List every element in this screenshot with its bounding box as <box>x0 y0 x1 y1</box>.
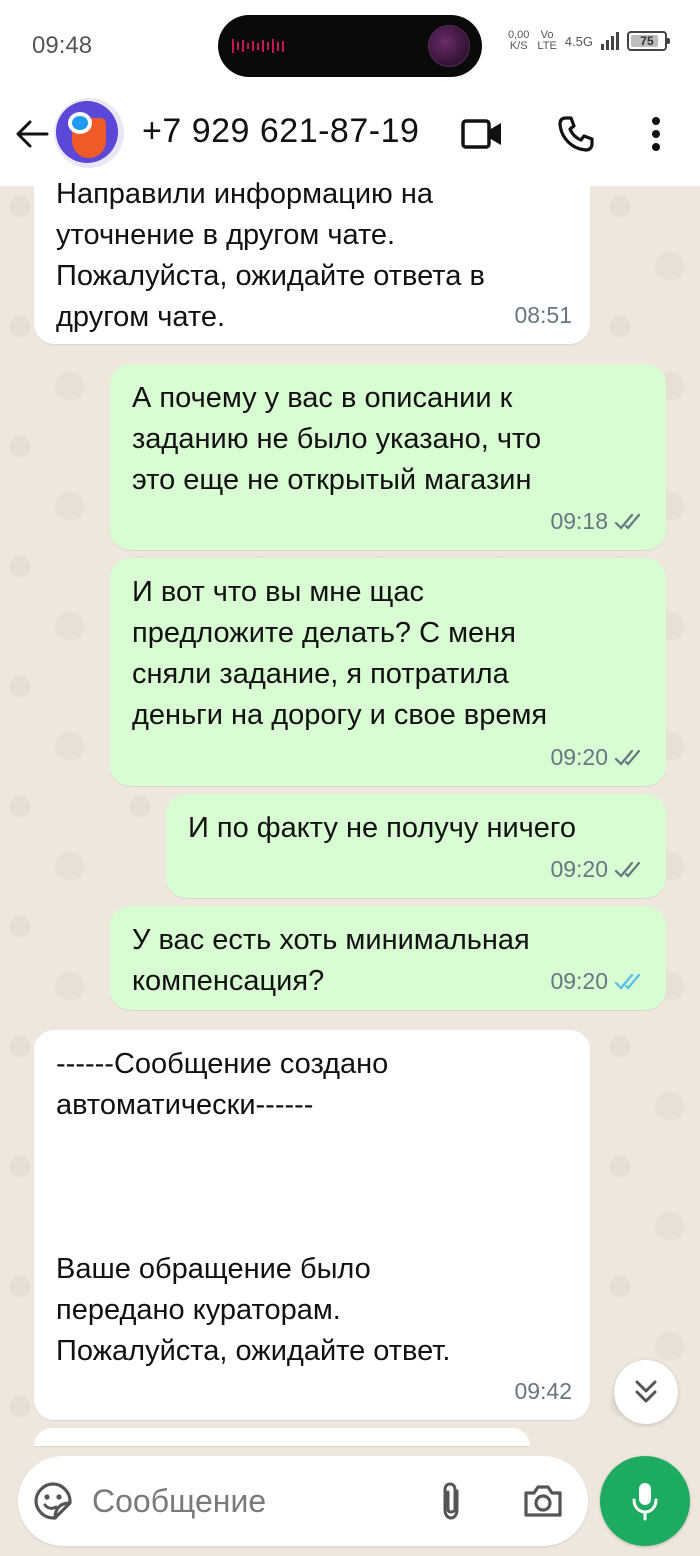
microphone-icon <box>632 1483 658 1521</box>
message-text: И вот что вы мне щас предложите делать? … <box>132 576 548 731</box>
message-meta: 09:18 <box>550 501 648 542</box>
voice-record-button[interactable] <box>600 1456 690 1546</box>
phone-icon <box>558 116 594 152</box>
contact-name[interactable]: +7 929 621-87-19 <box>142 112 419 151</box>
back-button[interactable] <box>12 114 52 154</box>
scroll-to-bottom-button[interactable] <box>614 1360 678 1424</box>
battery-icon: 75 <box>626 31 670 51</box>
message-input[interactable] <box>92 1472 412 1530</box>
dynamic-island[interactable] <box>218 15 482 77</box>
message-bubble-incoming[interactable]: ------Сообщение создано автоматически---… <box>34 1030 590 1420</box>
message-bubble-outgoing[interactable]: И вот что вы мне щас предложите делать? … <box>110 558 666 786</box>
media-artwork-icon <box>428 25 470 67</box>
message-composer <box>18 1456 588 1546</box>
message-time: 08:51 <box>514 302 572 328</box>
message-meta: 09:20 <box>550 737 648 778</box>
message-bubble-outgoing[interactable]: И по факту не получу ничего 09:20 <box>166 794 666 898</box>
message-bubble-partial[interactable] <box>34 1428 530 1446</box>
more-vert-icon <box>652 117 660 151</box>
video-call-icon <box>461 119 501 149</box>
camera-icon <box>524 1485 562 1517</box>
audio-wave-icon <box>232 37 284 55</box>
message-time: 09:20 <box>550 856 608 882</box>
more-options-button[interactable] <box>632 110 680 158</box>
message-text: И по факту не получу ничего <box>188 812 576 844</box>
status-time: 09:48 <box>32 32 93 59</box>
network-type: 4.5G <box>564 33 593 49</box>
double-check-icon <box>614 513 641 530</box>
battery-level: 75 <box>640 34 654 48</box>
message-bubble-incoming[interactable]: Направили информацию на уточнение в друг… <box>34 170 590 344</box>
message-meta: 09:42 <box>514 1371 572 1412</box>
message-meta: 08:51 <box>514 295 572 336</box>
back-arrow-icon <box>16 120 49 148</box>
message-time: 09:20 <box>550 744 608 770</box>
net-speed: 0,00 K/S <box>508 29 530 52</box>
double-check-icon <box>614 749 641 766</box>
double-check-icon <box>614 861 641 878</box>
sticker-button[interactable] <box>30 1478 76 1524</box>
contact-avatar[interactable] <box>54 98 124 168</box>
message-time: 09:18 <box>550 508 608 534</box>
camera-button[interactable] <box>518 1478 568 1524</box>
attach-button[interactable] <box>428 1478 474 1524</box>
message-time: 09:42 <box>514 1378 572 1404</box>
paperclip-icon <box>443 1482 459 1520</box>
voice-call-button[interactable] <box>552 110 600 158</box>
video-call-button[interactable] <box>458 110 506 158</box>
status-icons: 0,00 K/S Vo LTE 4.5G 75 <box>508 29 670 52</box>
sticker-icon <box>34 1482 72 1520</box>
double-check-read-icon <box>614 973 641 990</box>
message-meta: 09:20 <box>550 961 648 1002</box>
signal-icon <box>600 32 619 50</box>
volte-indicator: Vo LTE <box>537 29 557 52</box>
message-bubble-outgoing[interactable]: А почему у вас в описании к заданию не б… <box>110 364 666 550</box>
message-bubble-outgoing[interactable]: У вас есть хоть минимальная компенсация?… <box>110 906 666 1010</box>
message-text: ------Сообщение создано автоматически---… <box>56 1048 451 1367</box>
message-text: А почему у вас в описании к заданию не б… <box>132 382 542 496</box>
message-text: Направили информацию на уточнение в друг… <box>56 178 485 333</box>
message-time: 09:20 <box>550 968 608 994</box>
double-chevron-down-icon <box>635 1380 657 1403</box>
message-meta: 09:20 <box>550 849 648 890</box>
status-bar: 09:48 0,00 K/S Vo LTE 4.5G 75 <box>0 0 700 90</box>
